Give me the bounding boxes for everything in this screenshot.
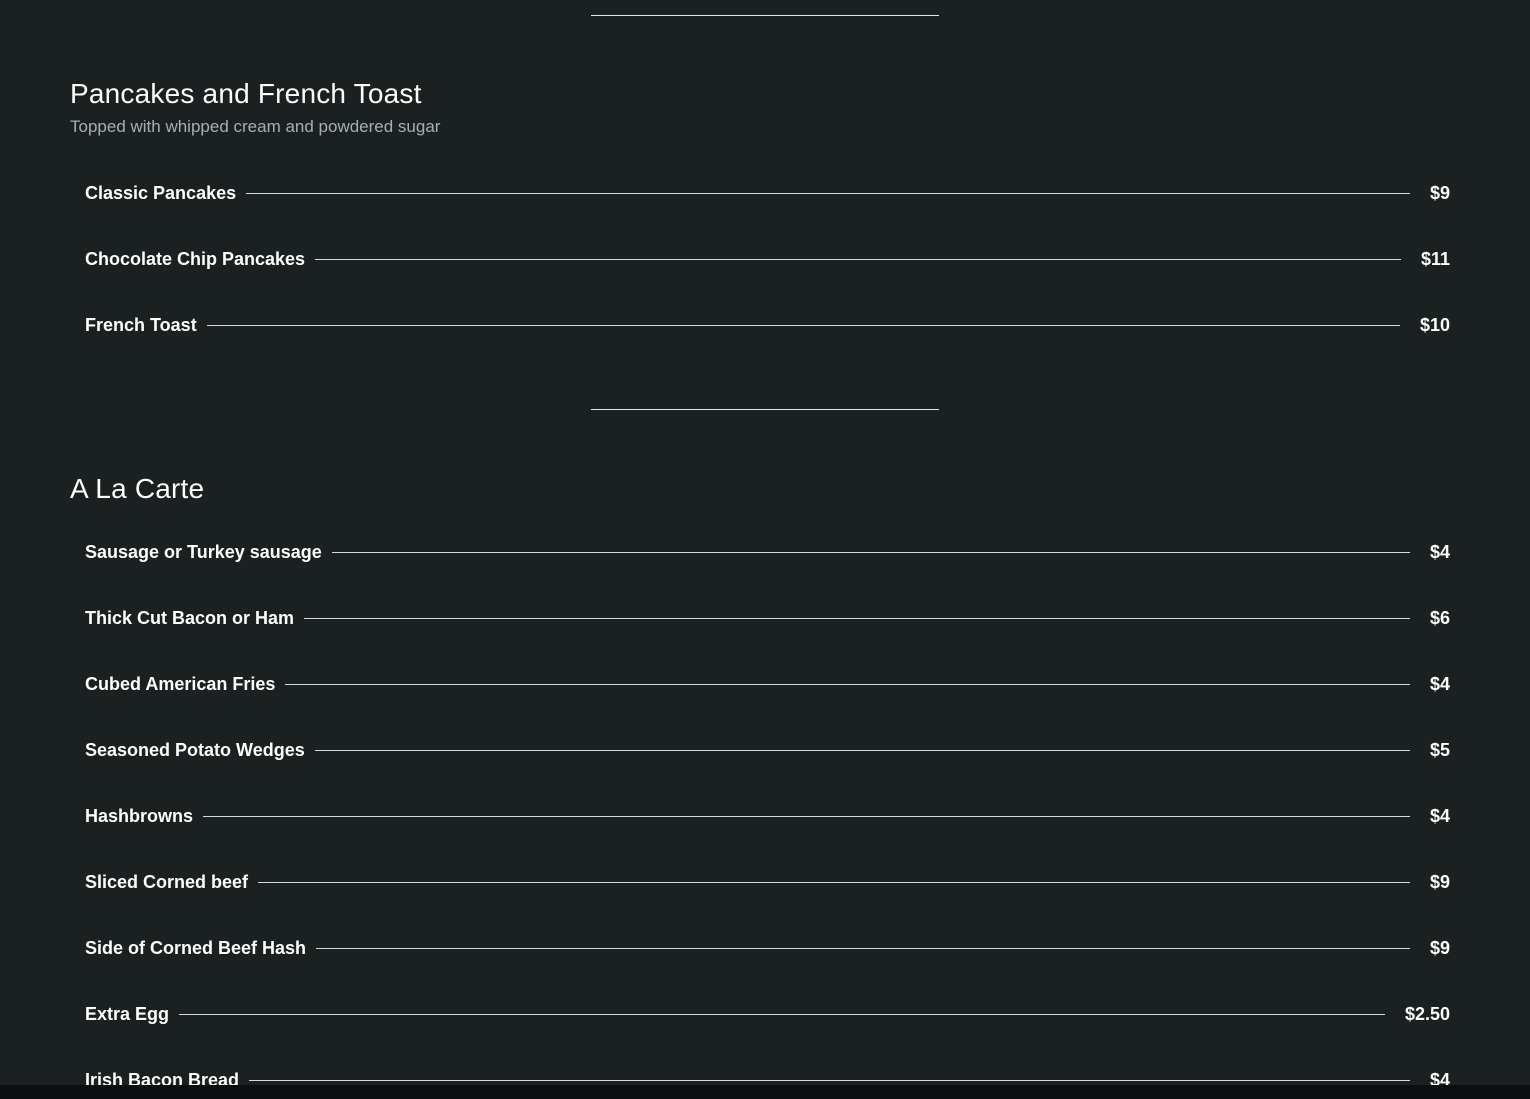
menu-item-price: $4 bbox=[1429, 541, 1450, 562]
menu-item-price: $6 bbox=[1429, 607, 1450, 628]
menu-item: Side of Corned Beef Hash $9 bbox=[85, 915, 1450, 981]
menu-item-price: $5 bbox=[1429, 739, 1450, 760]
menu-item-price: $4 bbox=[1429, 805, 1450, 826]
menu-item-price: $9 bbox=[1429, 871, 1450, 892]
menu-item-name: French Toast bbox=[85, 314, 197, 335]
menu-item-name: Hashbrowns bbox=[85, 805, 194, 826]
menu-item-name: Cubed American Fries bbox=[85, 673, 276, 694]
menu-list: Classic Pancakes $9 Chocolate Chip Panca… bbox=[85, 160, 1450, 358]
dotted-leader bbox=[179, 1014, 1385, 1015]
menu-item: Seasoned Potato Wedges $5 bbox=[85, 717, 1450, 783]
menu-item-price: $2.50 bbox=[1404, 1003, 1450, 1024]
dotted-leader bbox=[249, 1080, 1410, 1081]
section-divider bbox=[591, 409, 939, 410]
section-subtitle: Topped with whipped cream and powdered s… bbox=[70, 117, 441, 136]
menu-item-price: $11 bbox=[1420, 248, 1450, 269]
dotted-leader bbox=[203, 816, 1410, 817]
dotted-leader bbox=[315, 259, 1401, 260]
dotted-leader bbox=[316, 948, 1410, 949]
menu-item-price: $10 bbox=[1419, 314, 1450, 335]
menu-item: Sliced Corned beef $9 bbox=[85, 849, 1450, 915]
dotted-leader bbox=[285, 684, 1410, 685]
menu-item-name: Sliced Corned beef bbox=[85, 871, 249, 892]
menu-item-name: Extra Egg bbox=[85, 1003, 170, 1024]
dotted-leader bbox=[331, 552, 1410, 553]
dotted-leader bbox=[258, 882, 1410, 883]
section-title: A La Carte bbox=[70, 473, 205, 504]
dotted-leader bbox=[304, 618, 1410, 619]
menu-item-price: $9 bbox=[1429, 937, 1450, 958]
menu-item-name: Thick Cut Bacon or Ham bbox=[85, 607, 295, 628]
menu-item: Chocolate Chip Pancakes $11 bbox=[85, 226, 1450, 292]
menu-item-name: Chocolate Chip Pancakes bbox=[85, 248, 306, 269]
menu-item: Sausage or Turkey sausage $4 bbox=[85, 519, 1450, 585]
menu-list: Sausage or Turkey sausage $4 Thick Cut B… bbox=[85, 519, 1450, 1099]
menu-item-name: Sausage or Turkey sausage bbox=[85, 541, 322, 562]
menu-item-price: $9 bbox=[1429, 182, 1450, 203]
menu-item: Classic Pancakes $9 bbox=[85, 160, 1450, 226]
menu-item: Thick Cut Bacon or Ham $6 bbox=[85, 585, 1450, 651]
dotted-leader bbox=[314, 750, 1410, 751]
menu-item-name: Seasoned Potato Wedges bbox=[85, 739, 305, 760]
menu-item: French Toast $10 bbox=[85, 292, 1450, 358]
menu-item-name: Side of Corned Beef Hash bbox=[85, 937, 307, 958]
menu-item-name: Classic Pancakes bbox=[85, 182, 237, 203]
menu-item-price: $4 bbox=[1429, 673, 1450, 694]
menu-item: Hashbrowns $4 bbox=[85, 783, 1450, 849]
dotted-leader bbox=[246, 193, 1410, 194]
section-divider-top bbox=[591, 15, 939, 16]
dotted-leader bbox=[206, 325, 1400, 326]
bottom-bar bbox=[0, 1085, 1530, 1099]
menu-item: Cubed American Fries $4 bbox=[85, 651, 1450, 717]
menu-item: Extra Egg $2.50 bbox=[85, 981, 1450, 1047]
section-title: Pancakes and French Toast bbox=[70, 78, 422, 109]
